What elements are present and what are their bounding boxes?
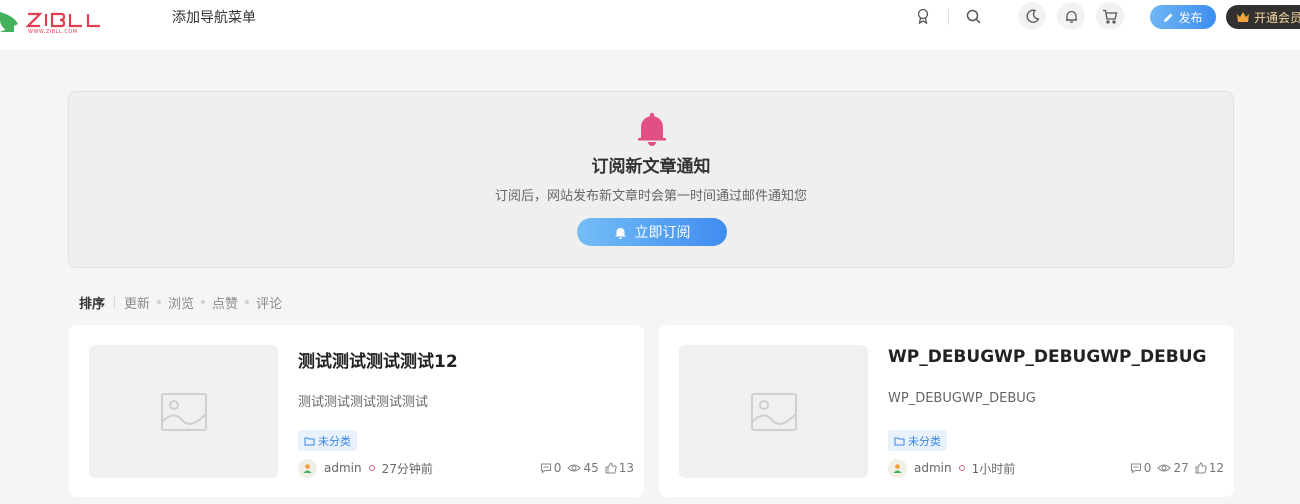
badge-icon[interactable] — [914, 6, 932, 26]
folder-icon — [894, 437, 905, 445]
post-card[interactable]: WP_DEBUGWP_DEBUGWP_DEBUG WP_DEBUGWP_DEBU… — [659, 325, 1234, 497]
like-count[interactable]: 12 — [1195, 461, 1224, 475]
post-card[interactable]: 测试测试测试测试12 测试测试测试测试测试 未分类 admin 27分钟前 0 — [69, 325, 644, 497]
bell-icon — [638, 112, 666, 146]
subscribe-button[interactable]: 立即订阅 — [577, 218, 727, 246]
meta-separator — [958, 465, 965, 471]
like-count-value: 12 — [1208, 461, 1224, 475]
post-excerpt: WP_DEBUGWP_DEBUG — [888, 391, 1036, 406]
author-name[interactable]: admin — [324, 461, 362, 475]
sort-separator — [157, 300, 162, 304]
eye-icon — [1157, 464, 1172, 472]
eye-icon — [567, 464, 582, 472]
post-title[interactable]: WP_DEBUGWP_DEBUGWP_DEBUG — [888, 347, 1206, 367]
post-thumbnail[interactable] — [89, 345, 278, 478]
search-icon[interactable] — [964, 6, 982, 26]
sort-separator — [201, 300, 206, 304]
comment-icon — [1130, 463, 1141, 474]
sort-option-views[interactable]: 浏览 — [168, 293, 194, 312]
comment-count: 0 — [1130, 461, 1152, 475]
cart-button[interactable] — [1096, 2, 1124, 30]
subscribe-description: 订阅后，网站发布新文章时会第一时间通过邮件通知您 — [494, 189, 807, 204]
vip-button[interactable]: 开通会员 — [1226, 5, 1300, 29]
top-header: WWW.ZIBLL.COM 添加导航菜单 发布 开通会员 — [0, 0, 1300, 50]
dark-mode-toggle[interactable] — [1018, 2, 1046, 30]
post-time: 27分钟前 — [381, 461, 433, 476]
notification-button[interactable] — [1057, 2, 1085, 30]
sort-divider — [114, 295, 116, 309]
moon-icon — [1026, 9, 1040, 23]
svg-text:WWW.ZIBLL.COM: WWW.ZIBLL.COM — [28, 29, 78, 35]
comment-icon — [540, 463, 551, 474]
publish-label: 发布 — [1178, 10, 1203, 25]
thumbs-up-icon — [1195, 462, 1207, 474]
post-meta: admin 1小时前 — [888, 458, 1015, 478]
cart-icon — [1103, 9, 1118, 24]
post-time: 1小时前 — [971, 461, 1016, 476]
post-thumbnail[interactable] — [679, 345, 868, 478]
crown-icon — [1237, 12, 1249, 22]
view-count: 45 — [567, 461, 599, 475]
category-label: 未分类 — [908, 434, 941, 448]
post-meta: admin 27分钟前 — [298, 458, 433, 478]
bell-icon — [615, 227, 625, 239]
thumbs-up-icon — [605, 462, 617, 474]
sort-bar: 排序 更新 浏览 点赞 评论 — [79, 292, 282, 312]
comment-count-value: 0 — [1143, 461, 1152, 475]
like-count-value: 13 — [618, 461, 634, 475]
sort-option-likes[interactable]: 点赞 — [212, 293, 238, 312]
image-placeholder-icon — [750, 392, 797, 431]
sort-label: 排序 — [79, 296, 106, 312]
sort-separator — [245, 300, 250, 304]
sort-option-comments[interactable]: 评论 — [256, 293, 282, 312]
comment-count-value: 0 — [553, 461, 562, 475]
post-stats: 0 45 13 — [540, 458, 634, 478]
header-divider — [948, 9, 949, 25]
post-title[interactable]: 测试测试测试测试12 — [298, 347, 458, 372]
author-avatar[interactable] — [888, 458, 907, 478]
meta-separator — [368, 465, 375, 471]
like-count[interactable]: 13 — [605, 461, 634, 475]
category-badge[interactable]: 未分类 — [298, 430, 357, 451]
author-name[interactable]: admin — [914, 461, 952, 475]
publish-button[interactable]: 发布 — [1150, 5, 1216, 29]
image-placeholder-icon — [160, 392, 207, 431]
author-avatar[interactable] — [298, 458, 317, 478]
view-count: 27 — [1157, 461, 1189, 475]
category-label: 未分类 — [318, 434, 351, 448]
sort-option-updated[interactable]: 更新 — [124, 293, 150, 312]
nav-add-menu[interactable]: 添加导航菜单 — [172, 8, 256, 28]
category-badge[interactable]: 未分类 — [888, 430, 947, 451]
subscribe-title: 订阅新文章通知 — [591, 157, 711, 177]
pencil-icon — [1164, 13, 1173, 22]
site-logo[interactable]: WWW.ZIBLL.COM — [0, 6, 110, 38]
subscribe-button-label: 立即订阅 — [634, 225, 691, 241]
view-count-value: 45 — [583, 461, 599, 475]
view-count-value: 27 — [1173, 461, 1189, 475]
post-stats: 0 27 12 — [1130, 458, 1224, 478]
vip-label: 开通会员 — [1254, 10, 1300, 25]
bell-icon — [1065, 10, 1077, 23]
subscribe-panel: 订阅新文章通知 订阅后，网站发布新文章时会第一时间通过邮件通知您 立即订阅 — [68, 91, 1234, 268]
comment-count: 0 — [540, 461, 562, 475]
post-excerpt: 测试测试测试测试测试 — [298, 395, 429, 410]
folder-icon — [304, 437, 315, 445]
